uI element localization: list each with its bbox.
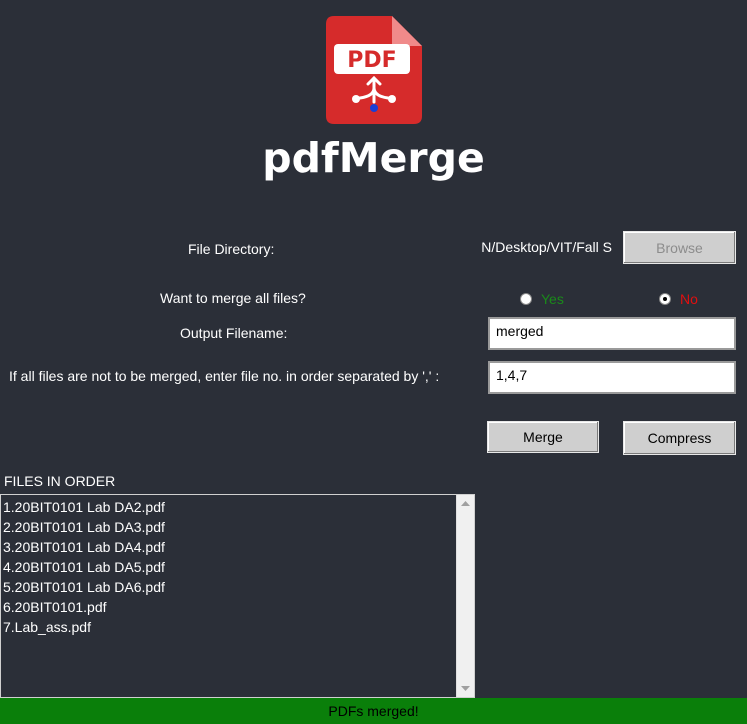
directory-path: N/Desktop/VIT/Fall S <box>472 239 612 259</box>
status-bar: PDFs merged! <box>0 698 747 724</box>
list-item[interactable]: 1.20BIT0101 Lab DA2.pdf <box>3 497 165 517</box>
merge-button[interactable]: Merge <box>487 421 599 453</box>
list-scrollbar[interactable] <box>456 495 474 697</box>
list-item[interactable]: 7.Lab_ass.pdf <box>3 617 165 637</box>
compress-button[interactable]: Compress <box>623 421 736 455</box>
app-logo: PDF <box>326 16 422 124</box>
radio-no[interactable]: No <box>659 291 698 307</box>
list-item[interactable]: 2.20BIT0101 Lab DA3.pdf <box>3 517 165 537</box>
files-listbox[interactable]: 1.20BIT0101 Lab DA2.pdf 2.20BIT0101 Lab … <box>0 494 475 698</box>
output-filename-label: Output Filename: <box>180 325 288 341</box>
radio-no-label: No <box>680 291 698 307</box>
list-item[interactable]: 6.20BIT0101.pdf <box>3 597 165 617</box>
files-in-order-heading: FILES IN ORDER <box>4 473 116 489</box>
radio-yes[interactable]: Yes <box>520 291 564 307</box>
list-item[interactable]: 5.20BIT0101 Lab DA6.pdf <box>3 577 165 597</box>
list-item[interactable]: 3.20BIT0101 Lab DA4.pdf <box>3 537 165 557</box>
list-item[interactable]: 4.20BIT0101 Lab DA5.pdf <box>3 557 165 577</box>
output-filename-input[interactable]: merged <box>488 317 736 350</box>
file-directory-label: File Directory: <box>188 241 275 257</box>
logo-text: PDF <box>347 48 396 73</box>
radio-yes-dot[interactable] <box>520 293 532 305</box>
radio-no-dot[interactable] <box>659 293 671 305</box>
radio-yes-label: Yes <box>541 291 564 307</box>
directory-path-text: N/Desktop/VIT/Fall S <box>481 239 612 255</box>
browse-button[interactable]: Browse <box>623 231 736 264</box>
scroll-up-icon[interactable] <box>457 495 474 512</box>
scroll-down-icon[interactable] <box>457 680 474 697</box>
merge-all-label: Want to merge all files? <box>160 290 306 306</box>
file-order-input[interactable]: 1,4,7 <box>488 361 736 394</box>
file-order-label: If all files are not to be merged, enter… <box>9 368 440 384</box>
app-title: pdfMerge <box>262 134 485 182</box>
